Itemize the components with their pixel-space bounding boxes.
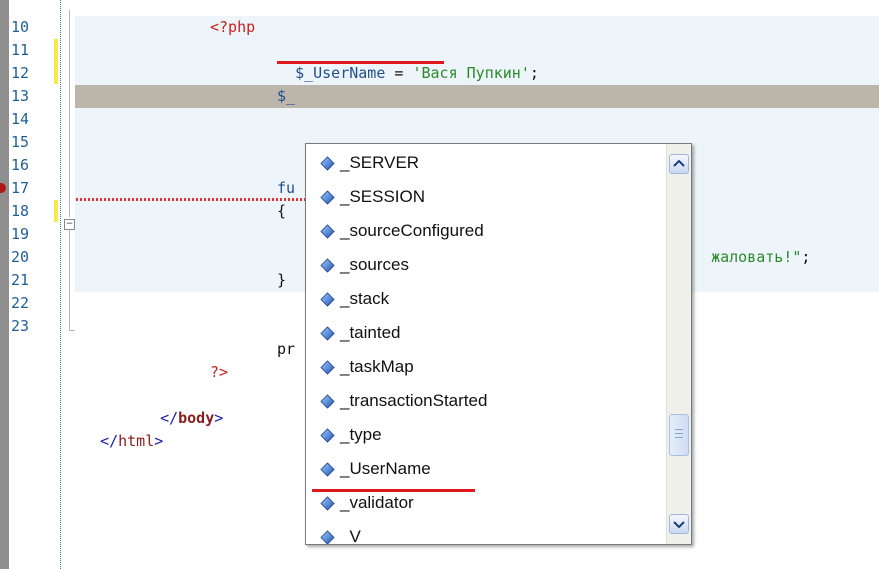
autocomplete-item-label: _sourceConfigured: [340, 221, 484, 240]
assign-operator: =: [385, 64, 413, 82]
autocomplete-item-label: _stack: [340, 289, 390, 308]
autocomplete-item-label: _transactionStarted: [340, 391, 488, 410]
tag-bracket: >: [214, 409, 224, 427]
autocomplete-item-label: _taskMap: [340, 357, 414, 376]
line-number: 12: [11, 64, 30, 82]
line-number: 18: [11, 202, 30, 220]
autocomplete-scrollbar[interactable]: [666, 144, 691, 544]
change-marker: [54, 39, 58, 84]
variable-username: $_UserName: [295, 64, 386, 82]
line-number: 15: [11, 133, 30, 151]
variable-icon: [320, 357, 340, 376]
variable-icon: [320, 255, 340, 274]
fold-guide: [69, 10, 70, 217]
variable-icon: [320, 527, 340, 544]
string-literal: 'Вася Пупкин': [412, 64, 530, 82]
autocomplete-item[interactable]: _taskMap: [320, 350, 414, 384]
autocomplete-popup[interactable]: _SERVER _SESSION _sourceConfigured _sources…: [305, 143, 692, 545]
php-close-tag: ?>: [210, 363, 229, 381]
variable-icon: [320, 323, 340, 342]
autocomplete-item[interactable]: _V: [320, 520, 361, 545]
grip-line: [675, 437, 683, 438]
code-line-11: $_UserName = 'Вася Пупкин';: [277, 39, 539, 82]
grip-line: [675, 429, 683, 430]
fold-toggle[interactable]: −: [64, 219, 75, 230]
autocomplete-item-label: _V: [340, 527, 361, 545]
selection-underline: [312, 489, 475, 492]
close-brace: }: [277, 271, 287, 289]
line-number: 11: [11, 41, 30, 59]
variable-icon: [320, 391, 340, 410]
autocomplete-item-label: _SESSION: [340, 187, 426, 206]
fold-guide-end: [69, 330, 75, 331]
grip-line: [675, 433, 683, 434]
autocomplete-item[interactable]: _sourceConfigured: [320, 214, 484, 248]
editor-left-bar: [0, 0, 9, 569]
string-tail: жаловать!": [711, 248, 802, 266]
current-line-highlight: [75, 85, 879, 108]
variable-icon: [320, 289, 340, 308]
scroll-up-button[interactable]: [669, 154, 689, 174]
variable-icon: [320, 459, 340, 478]
scroll-down-button[interactable]: [669, 514, 689, 534]
line-number: 17: [11, 179, 30, 197]
code-line-17-tail: жаловать!";: [693, 223, 810, 266]
autocomplete-item[interactable]: _UserName: [320, 452, 431, 486]
autocomplete-item[interactable]: _SERVER: [320, 146, 419, 180]
line-number: 21: [11, 271, 30, 289]
tag-name: body: [178, 409, 215, 427]
autocomplete-item[interactable]: _sources: [320, 248, 409, 282]
php-open-tag: <?php: [210, 18, 256, 36]
change-marker: [54, 200, 58, 222]
autocomplete-item-label: _SERVER: [340, 153, 420, 172]
html-close-tag: </html>: [82, 407, 163, 450]
line-number: 14: [11, 110, 30, 128]
autocomplete-item[interactable]: _type: [320, 418, 382, 452]
code-print: pr: [277, 340, 296, 358]
line-number: 16: [11, 156, 30, 174]
gutter-border: [60, 0, 61, 569]
variable-icon: [320, 221, 340, 240]
tag-bracket: >: [154, 432, 164, 450]
open-brace: {: [277, 202, 287, 220]
autocomplete-item[interactable]: _tainted: [320, 316, 401, 350]
fold-guide: [69, 230, 70, 330]
tag-bracket: </: [100, 432, 119, 450]
body-close-tag: </body>: [142, 384, 223, 427]
autocomplete-item-label: _type: [340, 425, 382, 444]
autocomplete-item-label: _tainted: [340, 323, 401, 342]
line-number: 10: [11, 18, 30, 36]
autocomplete-item-label: _sources: [340, 255, 409, 274]
line-number: 20: [11, 248, 30, 266]
autocomplete-item[interactable]: _SESSION: [320, 180, 425, 214]
chevron-down-icon: [673, 521, 685, 529]
semicolon: ;: [529, 64, 539, 82]
line-number: 23: [11, 317, 30, 335]
chevron-up-icon: [673, 159, 685, 167]
autocomplete-item-label: _UserName: [340, 459, 431, 478]
typed-variable[interactable]: $_: [277, 85, 295, 108]
highlight-underline: [277, 61, 444, 64]
line-number: 19: [11, 225, 30, 243]
semicolon: ;: [801, 248, 811, 266]
variable-icon: [320, 153, 340, 172]
variable-icon: [320, 493, 340, 512]
scroll-thumb[interactable]: [669, 414, 689, 456]
line-number: 22: [11, 294, 30, 312]
line-number: 13: [11, 87, 30, 105]
autocomplete-item[interactable]: _stack: [320, 282, 389, 316]
variable-icon: [320, 187, 340, 206]
error-squiggle: [76, 198, 308, 201]
variable-icon: [320, 425, 340, 444]
code-function-keyword: fu: [277, 179, 296, 197]
autocomplete-item-label: _validator: [340, 493, 414, 512]
tag-name: html: [118, 432, 155, 450]
autocomplete-item[interactable]: _transactionStarted: [320, 384, 487, 418]
